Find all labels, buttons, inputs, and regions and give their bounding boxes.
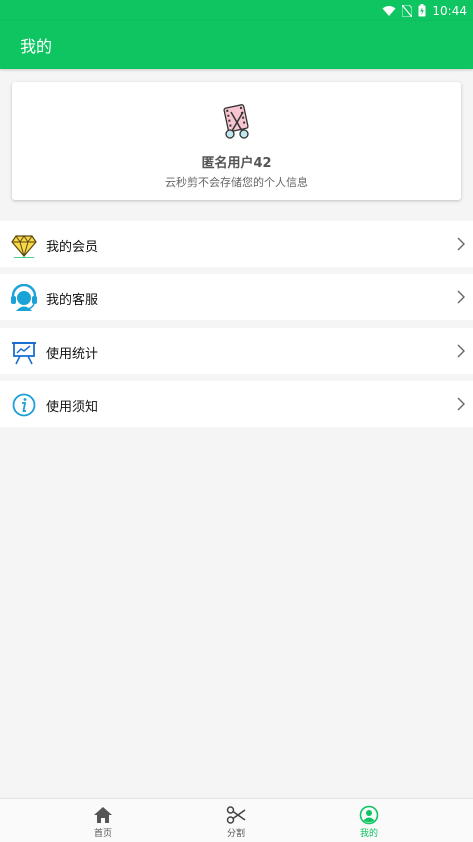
chevron-right-icon [457,396,465,411]
menu-label: 我的会员 [46,240,99,255]
app-bar: 我的 [0,21,473,69]
info-icon [11,392,37,418]
menu-label: 我的客服 [46,293,99,308]
tab-label: 首页 [93,829,112,839]
menu-item-membership[interactable]: 我的会员 [0,221,473,267]
tab-label: 我的 [359,829,378,839]
menu-label: 使用统计 [46,347,99,362]
no-sim-icon [402,4,413,17]
menu-item-usage-notes[interactable]: 使用须知 [0,381,473,427]
scissors-film-icon [220,104,254,140]
tab-split[interactable]: 分割 [196,799,276,842]
chevron-right-icon [457,289,465,304]
page-title: 我的 [20,37,53,56]
menu-label: 使用须知 [46,400,99,415]
wifi-icon [382,5,396,17]
chart-board-icon [11,339,37,365]
tab-home[interactable]: 首页 [63,799,143,842]
username: 匿名用户42 [201,156,272,171]
profile-card[interactable]: 匿名用户42 云秒剪不会存储您的个人信息 [12,82,461,200]
headset-icon [11,283,37,311]
tab-label: 分割 [226,829,245,839]
bottom-nav: 首页 分割 我的 [0,798,473,842]
status-bar: 10:44 [0,0,473,21]
privacy-note: 云秒剪不会存储您的个人信息 [165,176,308,189]
chevron-right-icon [457,236,465,251]
diamond-icon [11,232,37,259]
menu-item-usage-stats[interactable]: 使用统计 [0,328,473,374]
tab-mine[interactable]: 我的 [329,799,409,842]
menu-item-customer-service[interactable]: 我的客服 [0,274,473,320]
home-icon [93,805,113,825]
person-icon [359,805,379,825]
clock: 10:44 [432,3,467,18]
scissors-icon [226,805,246,825]
battery-charging-icon [418,4,426,17]
chevron-right-icon [457,343,465,358]
